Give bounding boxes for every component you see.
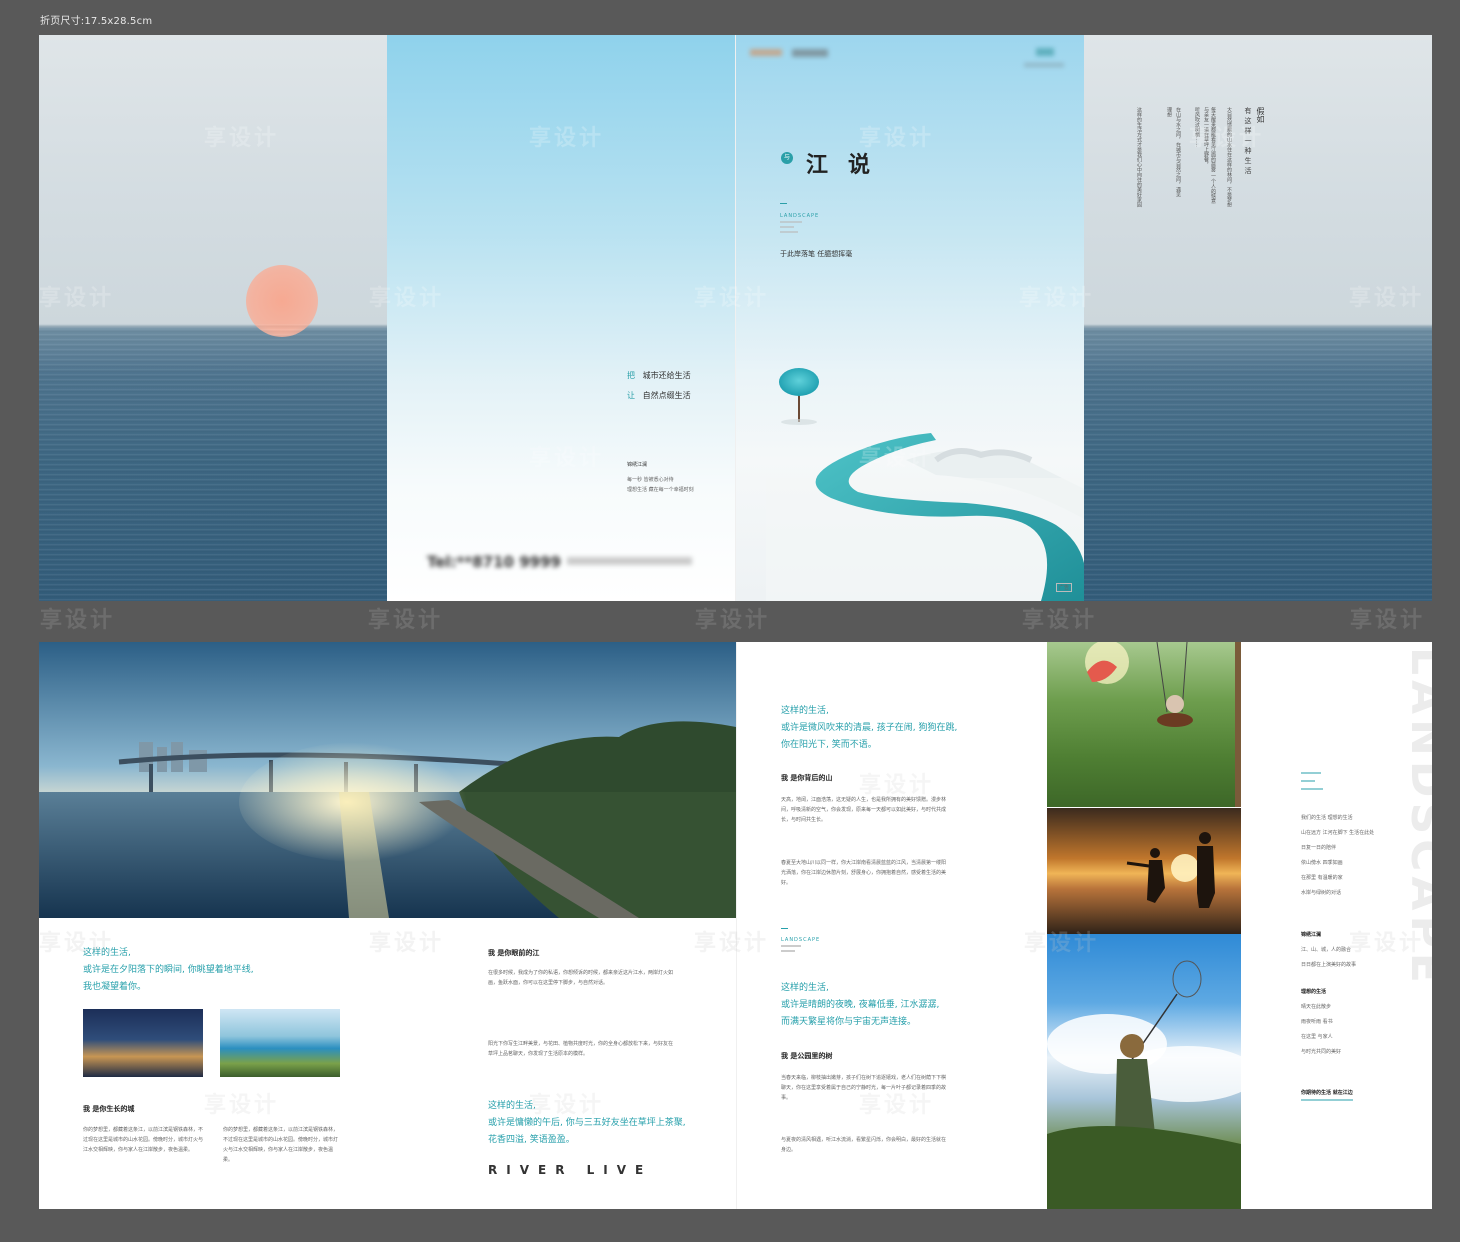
poem-col-1: 大自然馈赠的山水住在这样的林间，不是梦想 xyxy=(1226,107,1232,207)
small-title: 锦绣江澜 xyxy=(627,462,648,468)
child-butterfly-net-photo xyxy=(1047,934,1241,1209)
slogan-line-1: 把 城市还给生活 xyxy=(627,371,691,380)
landscape-label-2: LANDSCAPE xyxy=(781,937,821,943)
cover-tagline: 于此岸落笔 任臆想挥毫 xyxy=(780,250,853,258)
far-right-item-3: 日复一日的陪伴 xyxy=(1301,845,1337,851)
address-blurred xyxy=(567,557,692,565)
right-heading-1: 我 是你背后的山 xyxy=(781,774,833,782)
sea-panel-left xyxy=(39,35,387,601)
mid-body-1: 在很多时候，我成为了你的私语，你想倾诉的时候，都来亲近这片江水，两岸灯火如画，鱼… xyxy=(488,970,674,986)
far-right-section-1: 锦绣江澜 xyxy=(1301,932,1322,938)
right-body-1b: 春夏至大地山川以同一样，你大江岸南看清晨蓝蓝的江风，当清晨第一缕阳光洒落，你在江… xyxy=(781,860,947,886)
watermark: 享设计 xyxy=(695,608,771,633)
slogan-line-2: 让 自然点缀生活 xyxy=(627,391,691,400)
mid-body-2: 阳光下你写生江畔美景，与花田、植物共度时光，你的全身心都放松下来，与好友在草坪上… xyxy=(488,1041,674,1057)
river-live-title: RIVER LIVE xyxy=(488,1163,653,1177)
small-line-2: 理想生活 藏在每一个幸福时刻 xyxy=(627,487,694,493)
bottom-spread: 这样的生活, 或许是在夕阳落下的瞬间, 你眺望着地平线, 我也凝望着你。 我 是… xyxy=(39,642,1432,1209)
far-right-item-2: 山在远方 江河在脚下 生活在此处 xyxy=(1301,830,1375,836)
front-cover-panel: 与 江说 LANDSCAPE 于此岸落笔 任臆想挥毫 广告 xyxy=(736,35,1084,601)
project-logo xyxy=(1036,48,1054,56)
right-block2-line-3: 而满天繁星将你与宇宙无声连接。 xyxy=(781,1017,917,1027)
far-right-s2-item-1: 晴天在此散步 xyxy=(1301,1004,1332,1010)
right-body-1: 天高，地阔，江面浩荡，这无疑的人生，也是我所拥有的美好馈赠。漫步林间，呼吸清新的… xyxy=(781,797,947,823)
poem-head-1: 假如 xyxy=(1256,107,1265,123)
sea-panel-right: 假如 有这样一种生活 大自然馈赠的山水住在这样的林间，不是梦想 每天醒来都能看见… xyxy=(1084,35,1432,601)
far-right-s1-item-1: 江、山、城，人的融合 xyxy=(1301,947,1352,953)
watermark: 享设计 xyxy=(40,608,116,633)
watermark: 享设计 xyxy=(369,931,445,956)
watermark: 享设计 xyxy=(694,931,770,956)
right-block1-line-1: 这样的生活, xyxy=(781,706,829,716)
block2-line-2: 或许是慵懒的午后, 你与三五好友坐在草坪上茶聚, xyxy=(488,1118,686,1128)
city-night-photo xyxy=(83,1009,203,1077)
block1-line-1: 这样的生活, xyxy=(83,948,131,958)
block2-line-3: 花香四溢, 笑语盈盈。 xyxy=(488,1135,575,1145)
landscape-label: LANDSCAPE xyxy=(780,213,820,219)
right-block1-line-3: 你在阳光下, 笑而不语。 xyxy=(781,740,877,750)
right-body-2b: 与夏夜的清风相遇，听江水流淌，看繁星闪烁，你会明白，最好的生活就在身边。 xyxy=(781,1137,947,1153)
poem-col-4: 在山与水之间，在城市与自然之间，遇见理想 xyxy=(1166,107,1181,197)
right-heading-2: 我 是公园里的树 xyxy=(781,1052,833,1060)
small-line-1: 每一秒 皆被悉心对待 xyxy=(627,477,674,483)
poem-col-3: 与亲友一道在草坪上野餐，听风吹过树梢…… xyxy=(1194,107,1209,167)
right-block2-line-1: 这样的生活, xyxy=(781,983,829,993)
poem-col-5: 这样的生活方式才是我们心中向往的美好家园 xyxy=(1136,107,1142,207)
cover-artwork xyxy=(766,368,1084,601)
swing-child-photo xyxy=(1047,642,1241,807)
block1-body-b: 你的梦想里，都藏着这条江，以前江滨是钢铁森林，不过现在这里是城市的山水花园。傍晚… xyxy=(223,1127,339,1163)
brand-logo-left xyxy=(750,49,782,56)
far-right-s2-item-4: 与时光共同的美好 xyxy=(1301,1049,1342,1055)
right-block2-line-2: 或许是晴朗的夜晚, 夜幕低垂, 江水潺潺, xyxy=(781,1000,940,1010)
title-badge: 与 xyxy=(781,152,793,164)
block1-line-2: 或许是在夕阳落下的瞬间, 你眺望着地平线, xyxy=(83,965,254,975)
block1-body: 你的梦想里，都藏着这条江，以前江滨是钢铁森林，不过现在这里是城市的山水花园。傍晚… xyxy=(83,1127,204,1153)
cover-title: 江说 xyxy=(806,153,891,178)
fold-size-note: 折页尺寸:17.5x28.5cm xyxy=(40,16,153,27)
block1-heading: 我 是你生长的城 xyxy=(83,1105,135,1113)
block1-line-3: 我也凝望着你。 xyxy=(83,982,147,992)
watermark: 享设计 xyxy=(1350,608,1426,633)
mid-heading: 我 是你眼前的江 xyxy=(488,949,540,957)
watermark: 享设计 xyxy=(204,1093,280,1118)
back-cover-panel: 把 城市还给生活 让 自然点缀生活 锦绣江澜 每一秒 皆被悉心对待 理想生活 藏… xyxy=(387,35,735,601)
far-right-item-4: 依山傍水 四季如画 xyxy=(1301,860,1343,866)
far-right-item-6: 水岸与绿树的对话 xyxy=(1301,890,1342,896)
far-right-section-2: 理想的生活 xyxy=(1301,989,1327,995)
far-right-footer: 你期待的生活 就在江边 xyxy=(1301,1090,1353,1096)
watermark: 享设计 xyxy=(368,608,444,633)
top-spread: 把 城市还给生活 让 自然点缀生活 锦绣江澜 每一秒 皆被悉心对待 理想生活 藏… xyxy=(39,35,1432,601)
riverside-path-photo xyxy=(220,1009,340,1077)
right-block1-line-2: 或许是微风吹来的清晨, 孩子在闹, 狗狗在跳, xyxy=(781,723,958,733)
brand-logo-right xyxy=(792,49,828,57)
far-right-item-1: 我们的生活 理想的生活 xyxy=(1301,815,1353,821)
watermark: 享设计 xyxy=(1022,608,1098,633)
right-body-2: 当春天来临，柳枝抽出嫩芽，孩子们在树下追逐嬉戏，老人们在树荫下下棋聊天，你在这里… xyxy=(781,1075,947,1101)
phone-number: Tel:**8710 9999 xyxy=(427,553,561,571)
river-bridge-photo xyxy=(39,642,736,918)
blue-tree-icon xyxy=(779,368,819,396)
landscape-vertical-text: LANDSCAPE xyxy=(1401,647,1432,988)
far-right-item-5: 在那里 有温暖的家 xyxy=(1301,875,1343,881)
far-right-s2-item-3: 在这里 与家人 xyxy=(1301,1034,1333,1040)
block2-line-1: 这样的生活, xyxy=(488,1101,536,1111)
far-right-s1-item-2: 日日都在上演美好的故事 xyxy=(1301,962,1357,968)
poem-head-2: 有这样一种生活 xyxy=(1244,107,1252,177)
ad-label: 广告 xyxy=(1056,583,1073,592)
beach-family-photo xyxy=(1047,808,1241,934)
far-right-s2-item-2: 雨夜听雨 看书 xyxy=(1301,1019,1333,1025)
